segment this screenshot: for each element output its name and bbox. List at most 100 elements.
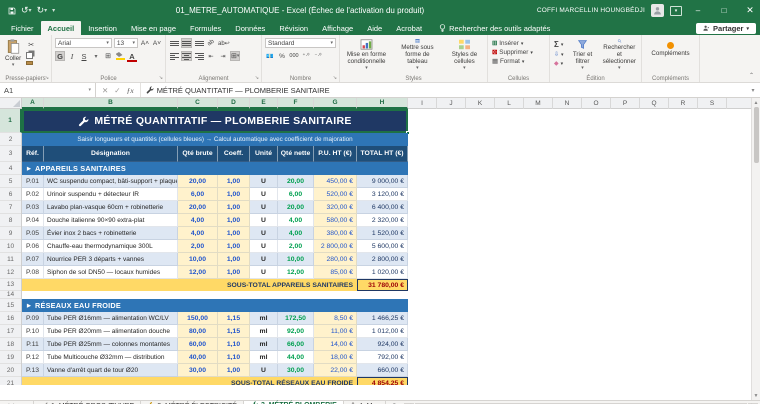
row-header-16[interactable]: 16 xyxy=(0,312,21,325)
paste-button[interactable]: Coller▾ xyxy=(3,38,23,73)
cell-qte_brute[interactable]: 20,00 xyxy=(178,201,218,214)
cell-qte_nette[interactable]: 20,00 xyxy=(278,201,314,214)
cell-ref[interactable]: P.10 xyxy=(22,325,44,338)
menu-tab-affichage[interactable]: Affichage xyxy=(315,21,360,35)
cell-unite[interactable]: U xyxy=(250,253,278,266)
column-header-M[interactable]: M xyxy=(524,98,553,109)
row-header-19[interactable]: 19 xyxy=(0,351,21,364)
cell-unite[interactable]: U xyxy=(250,175,278,188)
row-header-6[interactable]: 6 xyxy=(0,188,21,201)
menu-tab-accueil[interactable]: Accueil xyxy=(41,21,82,35)
cell-pu[interactable]: 8,50 € xyxy=(314,312,357,325)
column-header-N[interactable]: N xyxy=(553,98,582,109)
cell-unite[interactable]: U xyxy=(250,188,278,201)
align-top-icon[interactable] xyxy=(169,38,179,48)
scroll-up-icon[interactable]: ▲ xyxy=(752,98,760,107)
font-size-select[interactable]: 13▾ xyxy=(114,38,138,48)
cell-total[interactable]: 924,00 € xyxy=(357,338,408,351)
cell-ref[interactable]: P.09 xyxy=(22,312,44,325)
menu-tab-formules[interactable]: Formules xyxy=(183,21,228,35)
cell-designation[interactable]: Évier inox 2 bacs + robinetterie xyxy=(44,227,178,240)
align-middle-icon[interactable] xyxy=(181,38,192,48)
cell-qte_brute[interactable]: 2,00 xyxy=(178,240,218,253)
cell-pu[interactable]: 85,00 € xyxy=(314,266,357,279)
italic-button[interactable]: I xyxy=(67,51,77,61)
accounting-format-icon[interactable]: 💶 xyxy=(265,51,275,61)
wrap-text-icon[interactable]: ab↩ xyxy=(218,38,230,48)
menu-tab-insertion[interactable]: Insertion xyxy=(81,21,124,35)
sort-filter-button[interactable]: Trier et filtrer▾ xyxy=(568,38,598,73)
cell-total[interactable]: 1 466,25 € xyxy=(357,312,408,325)
row-header-15[interactable]: 15 xyxy=(0,299,21,312)
cell-qte_nette[interactable]: 4,00 xyxy=(278,214,314,227)
vertical-scrollbar[interactable]: ▲ ▼ xyxy=(751,98,760,400)
cell-coeff[interactable]: 1,15 xyxy=(218,325,250,338)
cell-ref[interactable]: P.11 xyxy=(22,338,44,351)
user-avatar[interactable] xyxy=(651,4,664,17)
column-header-A[interactable]: A xyxy=(22,98,44,109)
cell-total[interactable]: 3 120,00 € xyxy=(357,188,408,201)
cut-icon[interactable]: ✂ xyxy=(26,40,36,50)
cell-coeff[interactable]: 1,00 xyxy=(218,201,250,214)
conditional-formatting-button[interactable]: Mise en forme conditionnelle▾ xyxy=(343,38,390,73)
row-header-18[interactable]: 18 xyxy=(0,338,21,351)
cancel-icon[interactable]: ✕ xyxy=(102,86,108,95)
fill-color-icon[interactable] xyxy=(115,51,125,61)
grow-font-icon[interactable]: A˄ xyxy=(140,38,150,48)
section-header-row[interactable]: ▶RÉSEAUX EAU FROIDE xyxy=(22,299,408,312)
cell-coeff[interactable]: 1,10 xyxy=(218,338,250,351)
cell-unite[interactable]: ml xyxy=(250,325,278,338)
format-painter-icon[interactable] xyxy=(26,61,33,65)
cell-pu[interactable]: 22,00 € xyxy=(314,364,357,377)
comma-style-icon[interactable]: 000 xyxy=(289,51,299,61)
cell-designation[interactable]: Chauffe-eau thermodynamique 300L xyxy=(44,240,178,253)
share-button[interactable]: Partager▾ xyxy=(696,23,756,34)
cell-qte_nette[interactable]: 10,00 xyxy=(278,253,314,266)
cell-styles-button[interactable]: Styles de cellules▾ xyxy=(445,38,484,73)
cell-unite[interactable]: ml xyxy=(250,338,278,351)
minimize-button[interactable]: – xyxy=(688,0,708,21)
tell-me-search[interactable]: Rechercher des outils adaptés xyxy=(439,24,550,35)
column-header-C[interactable]: C xyxy=(178,98,218,109)
cell-total[interactable]: 1 012,00 € xyxy=(357,325,408,338)
insert-function-icon[interactable]: ƒx xyxy=(127,86,134,95)
ribbon-display-options-icon[interactable]: ▾ xyxy=(670,6,682,16)
align-right-icon[interactable] xyxy=(194,51,204,61)
cell-ref[interactable]: P.08 xyxy=(22,266,44,279)
cell-qte_nette[interactable]: 6,00 xyxy=(278,188,314,201)
column-header-S[interactable]: S xyxy=(698,98,727,109)
cell-pu[interactable]: 320,00 € xyxy=(314,201,357,214)
cell-coeff[interactable]: 1,00 xyxy=(218,253,250,266)
cell-designation[interactable]: Douche italienne 90×90 extra-plat xyxy=(44,214,178,227)
undo-icon[interactable]: ↺▾ xyxy=(21,5,32,16)
row-header-5[interactable]: 5 xyxy=(0,175,21,188)
column-header-H[interactable]: H xyxy=(357,98,408,109)
clear-button[interactable]: ◆▾ xyxy=(553,60,565,67)
row-header-1[interactable]: 1 xyxy=(0,109,22,133)
delete-cells-button[interactable]: ⊠Supprimer▾ xyxy=(491,49,534,56)
cell-qte_nette[interactable]: 12,00 xyxy=(278,266,314,279)
cell-designation[interactable]: WC suspendu compact, bâti-support + plaq… xyxy=(44,175,178,188)
underline-caret[interactable]: ▾ xyxy=(91,51,101,61)
format-cells-button[interactable]: ▦Format▾ xyxy=(491,58,534,65)
cell-pu[interactable]: 14,00 € xyxy=(314,338,357,351)
cell-ref[interactable]: P.04 xyxy=(22,214,44,227)
percent-style-icon[interactable]: % xyxy=(277,51,287,61)
row-header-21[interactable]: 21 xyxy=(0,377,21,385)
row-header-12[interactable]: 12 xyxy=(0,266,21,279)
align-bottom-icon[interactable] xyxy=(194,38,204,48)
copy-icon[interactable] xyxy=(26,52,33,59)
restore-button[interactable]: □ xyxy=(714,0,734,21)
cell-designation[interactable]: Tube PER Ø25mm — colonnes montantes xyxy=(44,338,178,351)
cell-designation[interactable]: Tube Multicouche Ø32mm — distribution xyxy=(44,351,178,364)
cell-unite[interactable]: U xyxy=(250,214,278,227)
cell-qte_nette[interactable]: 44,00 xyxy=(278,351,314,364)
column-header-Q[interactable]: Q xyxy=(640,98,669,109)
format-as-table-button[interactable]: Mettre sous forme de tableau▾ xyxy=(393,38,442,73)
menu-tab-révision[interactable]: Révision xyxy=(272,21,315,35)
cell-qte_nette[interactable]: 172,50 xyxy=(278,312,314,325)
cell-qte_brute[interactable]: 80,00 xyxy=(178,325,218,338)
cell-coeff[interactable]: 1,00 xyxy=(218,214,250,227)
underline-button[interactable]: S xyxy=(79,51,89,61)
cell-total[interactable]: 2 800,00 € xyxy=(357,253,408,266)
